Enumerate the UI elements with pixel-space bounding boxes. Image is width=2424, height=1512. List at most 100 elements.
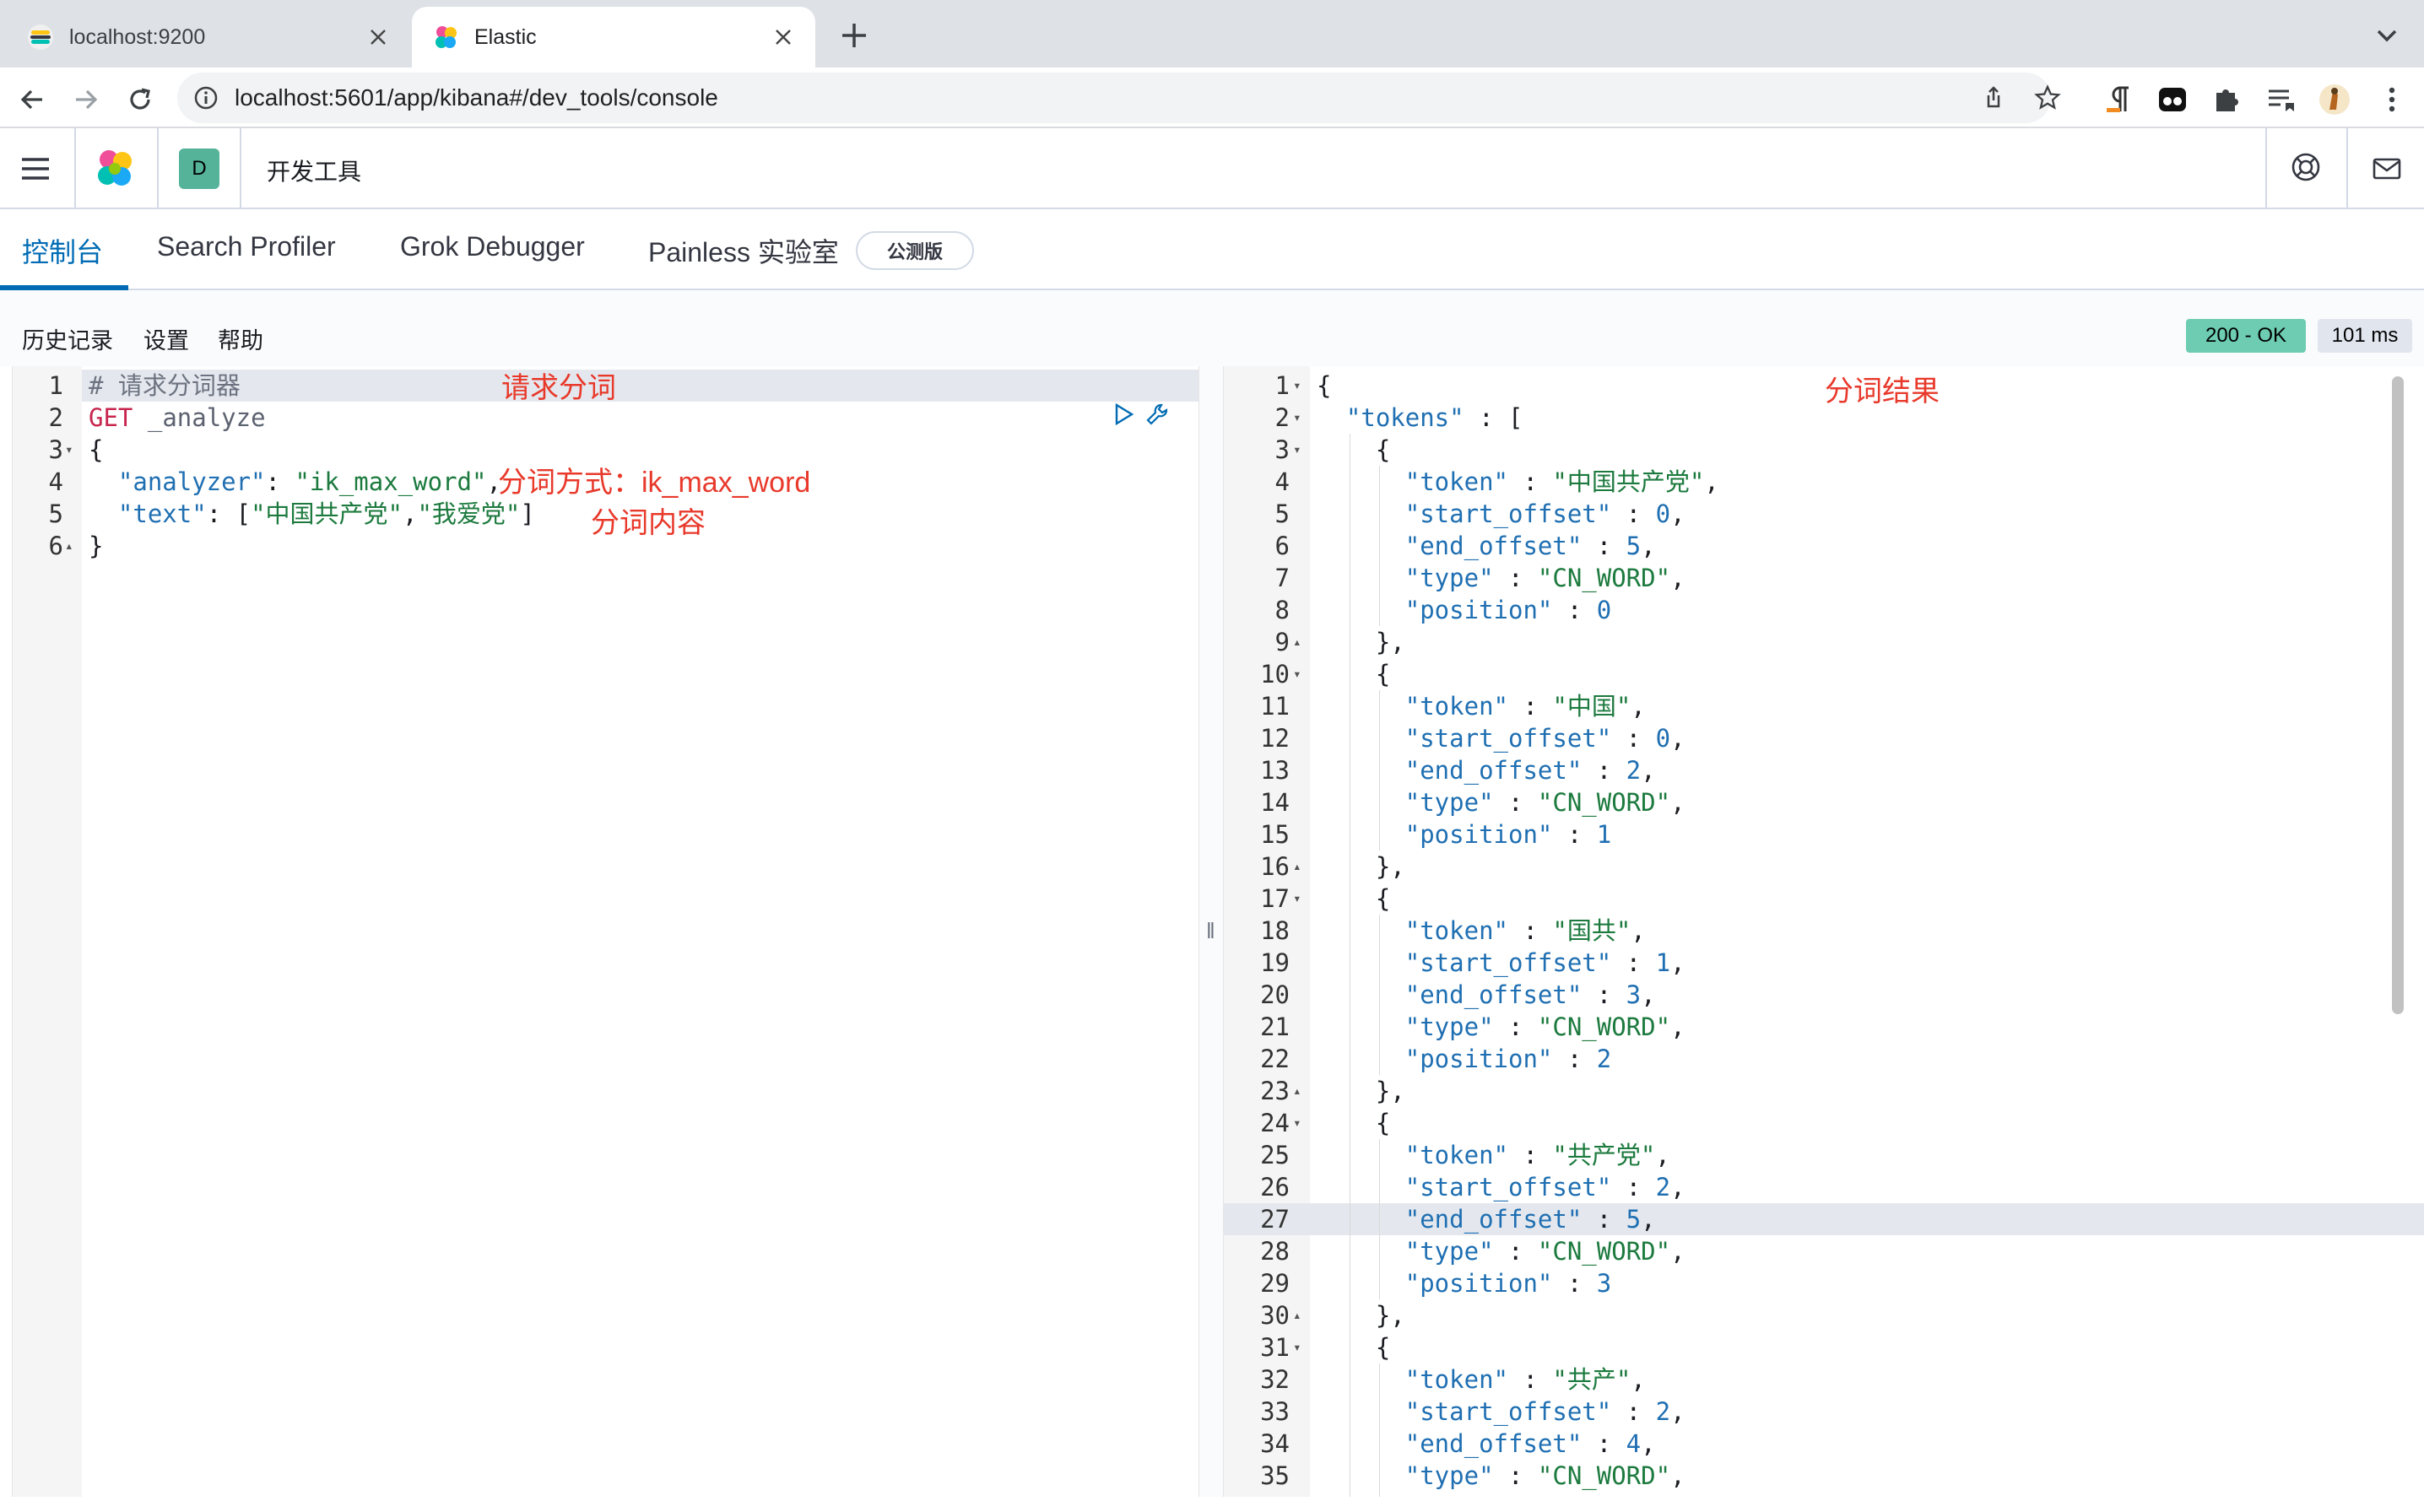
header-divider: [2265, 128, 2267, 208]
code-line: 35 "type" : "CN_WORD",: [1224, 1460, 2424, 1492]
code-line: 28 "type" : "CN_WORD",: [1224, 1235, 2424, 1267]
tab-grok-debugger[interactable]: Grok Debugger: [400, 231, 585, 262]
code-line: 17 ▾ {: [1224, 883, 2424, 915]
response-editor[interactable]: 1 ▾{2 ▾ "tokens" : [3 ▾ {4 "token" : "中国共产党…: [1224, 366, 2424, 1497]
bookmark-star-icon[interactable]: [2034, 84, 2061, 111]
code-text: {: [1317, 371, 1332, 400]
code-line: 3 ▾ {: [1224, 434, 2424, 466]
hamburger-menu-icon[interactable]: [19, 155, 52, 182]
code-line: 22 "position" : 2: [1224, 1043, 2424, 1075]
back-arrow-icon[interactable]: [15, 83, 49, 116]
code-line: 14 "type" : "CN_WORD",: [1224, 786, 2424, 818]
code-line: 26 "start_offset" : 2,: [1224, 1171, 2424, 1203]
fold-open-icon[interactable]: ▾: [1293, 402, 1301, 434]
fold-close-icon[interactable]: ▴: [1293, 626, 1301, 658]
help-link[interactable]: 帮助: [218, 322, 263, 355]
header-divider: [74, 128, 76, 208]
code-line: 23 ▴ },: [1224, 1075, 2424, 1107]
share-icon[interactable]: [1980, 84, 2007, 111]
fold-open-icon[interactable]: ▾: [1293, 658, 1301, 690]
settings-link[interactable]: 设置: [143, 322, 189, 355]
profile-avatar-icon[interactable]: [2318, 83, 2351, 116]
puzzle-extensions-icon[interactable]: [2210, 83, 2243, 116]
code-text: "tokens" : [: [1345, 403, 1523, 432]
new-tab-button[interactable]: [836, 17, 873, 54]
code-text: "token" : "中国共产党",: [1404, 467, 1719, 496]
help-lifebuoy-icon[interactable]: [2289, 150, 2323, 184]
code-line: 1 ▾ {: [1224, 370, 2424, 402]
console-toolbar: 历史记录 设置 帮助: [0, 290, 2424, 366]
fold-close-icon[interactable]: ▴: [1293, 1299, 1301, 1331]
tab-painless-lab[interactable]: Painless 实验室: [648, 231, 839, 270]
line-number: 3: [48, 435, 63, 464]
elasticsearch-favicon-icon: [27, 24, 54, 51]
line-number: 12: [1260, 724, 1290, 753]
newsfeed-mail-icon[interactable]: [2370, 152, 2404, 186]
line-number: 20: [1260, 980, 1290, 1009]
reload-icon[interactable]: [123, 83, 157, 116]
code-text: },: [1317, 852, 1405, 881]
address-url-text: localhost:5601/app/kibana#/dev_tools/con…: [235, 84, 718, 111]
line-number: 4: [48, 467, 63, 496]
code-text: "token" : "共产党",: [1404, 1141, 1670, 1169]
line-number: 1: [1274, 371, 1290, 400]
code-line: 27 "end_offset" : 5,: [1224, 1203, 2424, 1235]
code-text: {: [1317, 1109, 1391, 1137]
indent-guide: [1378, 466, 1380, 626]
response-status-badge: 200 - OK: [2186, 319, 2306, 353]
code-line: 29 "position" : 3: [1224, 1267, 2424, 1299]
line-number: 28: [1260, 1237, 1290, 1266]
pilcrow-extension-icon[interactable]: [2102, 83, 2135, 116]
request-wrench-icon[interactable]: [1144, 402, 1170, 427]
code-line: 33 "start_offset" : 2,: [1224, 1396, 2424, 1428]
browser-tab-title: Elastic: [474, 24, 537, 49]
pane-resizer[interactable]: ‖: [1198, 366, 1224, 1497]
response-scrollbar[interactable]: [2392, 376, 2404, 1014]
tab-search-profiler[interactable]: Search Profiler: [157, 231, 336, 262]
browser-menu-kebab-icon[interactable]: [2375, 83, 2409, 116]
fold-open-icon[interactable]: ▾: [1293, 1331, 1301, 1364]
browser-tab-localhost-9200[interactable]: localhost:9200: [7, 7, 410, 68]
browser-tab-elastic[interactable]: Elastic: [412, 7, 815, 68]
forward-arrow-icon[interactable]: [69, 83, 103, 116]
annotation-text: 分词内容: [591, 507, 706, 539]
fold-close-icon[interactable]: ▴: [1293, 850, 1301, 883]
code-text: "type" : "CN_WORD",: [1404, 1012, 1685, 1041]
close-tab-icon[interactable]: [770, 24, 797, 51]
code-line: 8 "position" : 0: [1224, 594, 2424, 626]
fold-open-icon[interactable]: ▾: [1293, 883, 1301, 915]
close-tab-icon[interactable]: [365, 24, 392, 51]
site-info-icon[interactable]: [192, 84, 219, 111]
code-text: {: [1317, 1333, 1391, 1362]
code-line: 4 "token" : "中国共产党",: [1224, 466, 2424, 498]
history-link[interactable]: 历史记录: [22, 322, 113, 355]
code-text: "start_offset" : 0,: [1404, 724, 1685, 753]
send-request-play-icon[interactable]: [1111, 402, 1136, 427]
code-text: "position" : 3: [1404, 1269, 1612, 1298]
code-text: "token" : "国共",: [1404, 916, 1646, 945]
space-avatar[interactable]: D: [179, 148, 219, 189]
code-line: 34 "end_offset" : 4,: [1224, 1428, 2424, 1460]
code-line: 16 ▴ },: [1224, 850, 2424, 883]
line-number: 34: [1260, 1429, 1290, 1458]
line-number: 35: [1260, 1461, 1290, 1490]
code-text: "token" : "中国",: [1404, 692, 1646, 721]
indent-guide: [1378, 690, 1380, 850]
address-bar[interactable]: localhost:5601/app/kibana#/dev_tools/con…: [177, 73, 2061, 123]
elastic-favicon-icon: [432, 24, 459, 51]
glasses-extension-icon[interactable]: [2156, 83, 2189, 116]
fold-open-icon[interactable]: ▾: [1293, 370, 1301, 402]
line-number: 6: [48, 532, 63, 560]
code-text: "end_offset" : 5,: [1404, 1205, 1656, 1234]
elastic-logo-icon[interactable]: [93, 147, 137, 191]
fold-close-icon[interactable]: ▴: [1293, 1075, 1301, 1107]
code-line: 7 "type" : "CN_WORD",: [1224, 562, 2424, 594]
fold-open-icon[interactable]: ▾: [1293, 1107, 1301, 1139]
reading-list-icon[interactable]: [2264, 83, 2297, 116]
tab-console[interactable]: 控制台: [22, 231, 103, 270]
fold-open-icon[interactable]: ▾: [65, 434, 73, 466]
fold-open-icon[interactable]: ▾: [1293, 434, 1301, 466]
chevron-down-icon[interactable]: [2370, 19, 2404, 52]
code-line: 11 "token" : "中国",: [1224, 690, 2424, 722]
fold-close-icon[interactable]: ▴: [65, 530, 73, 562]
